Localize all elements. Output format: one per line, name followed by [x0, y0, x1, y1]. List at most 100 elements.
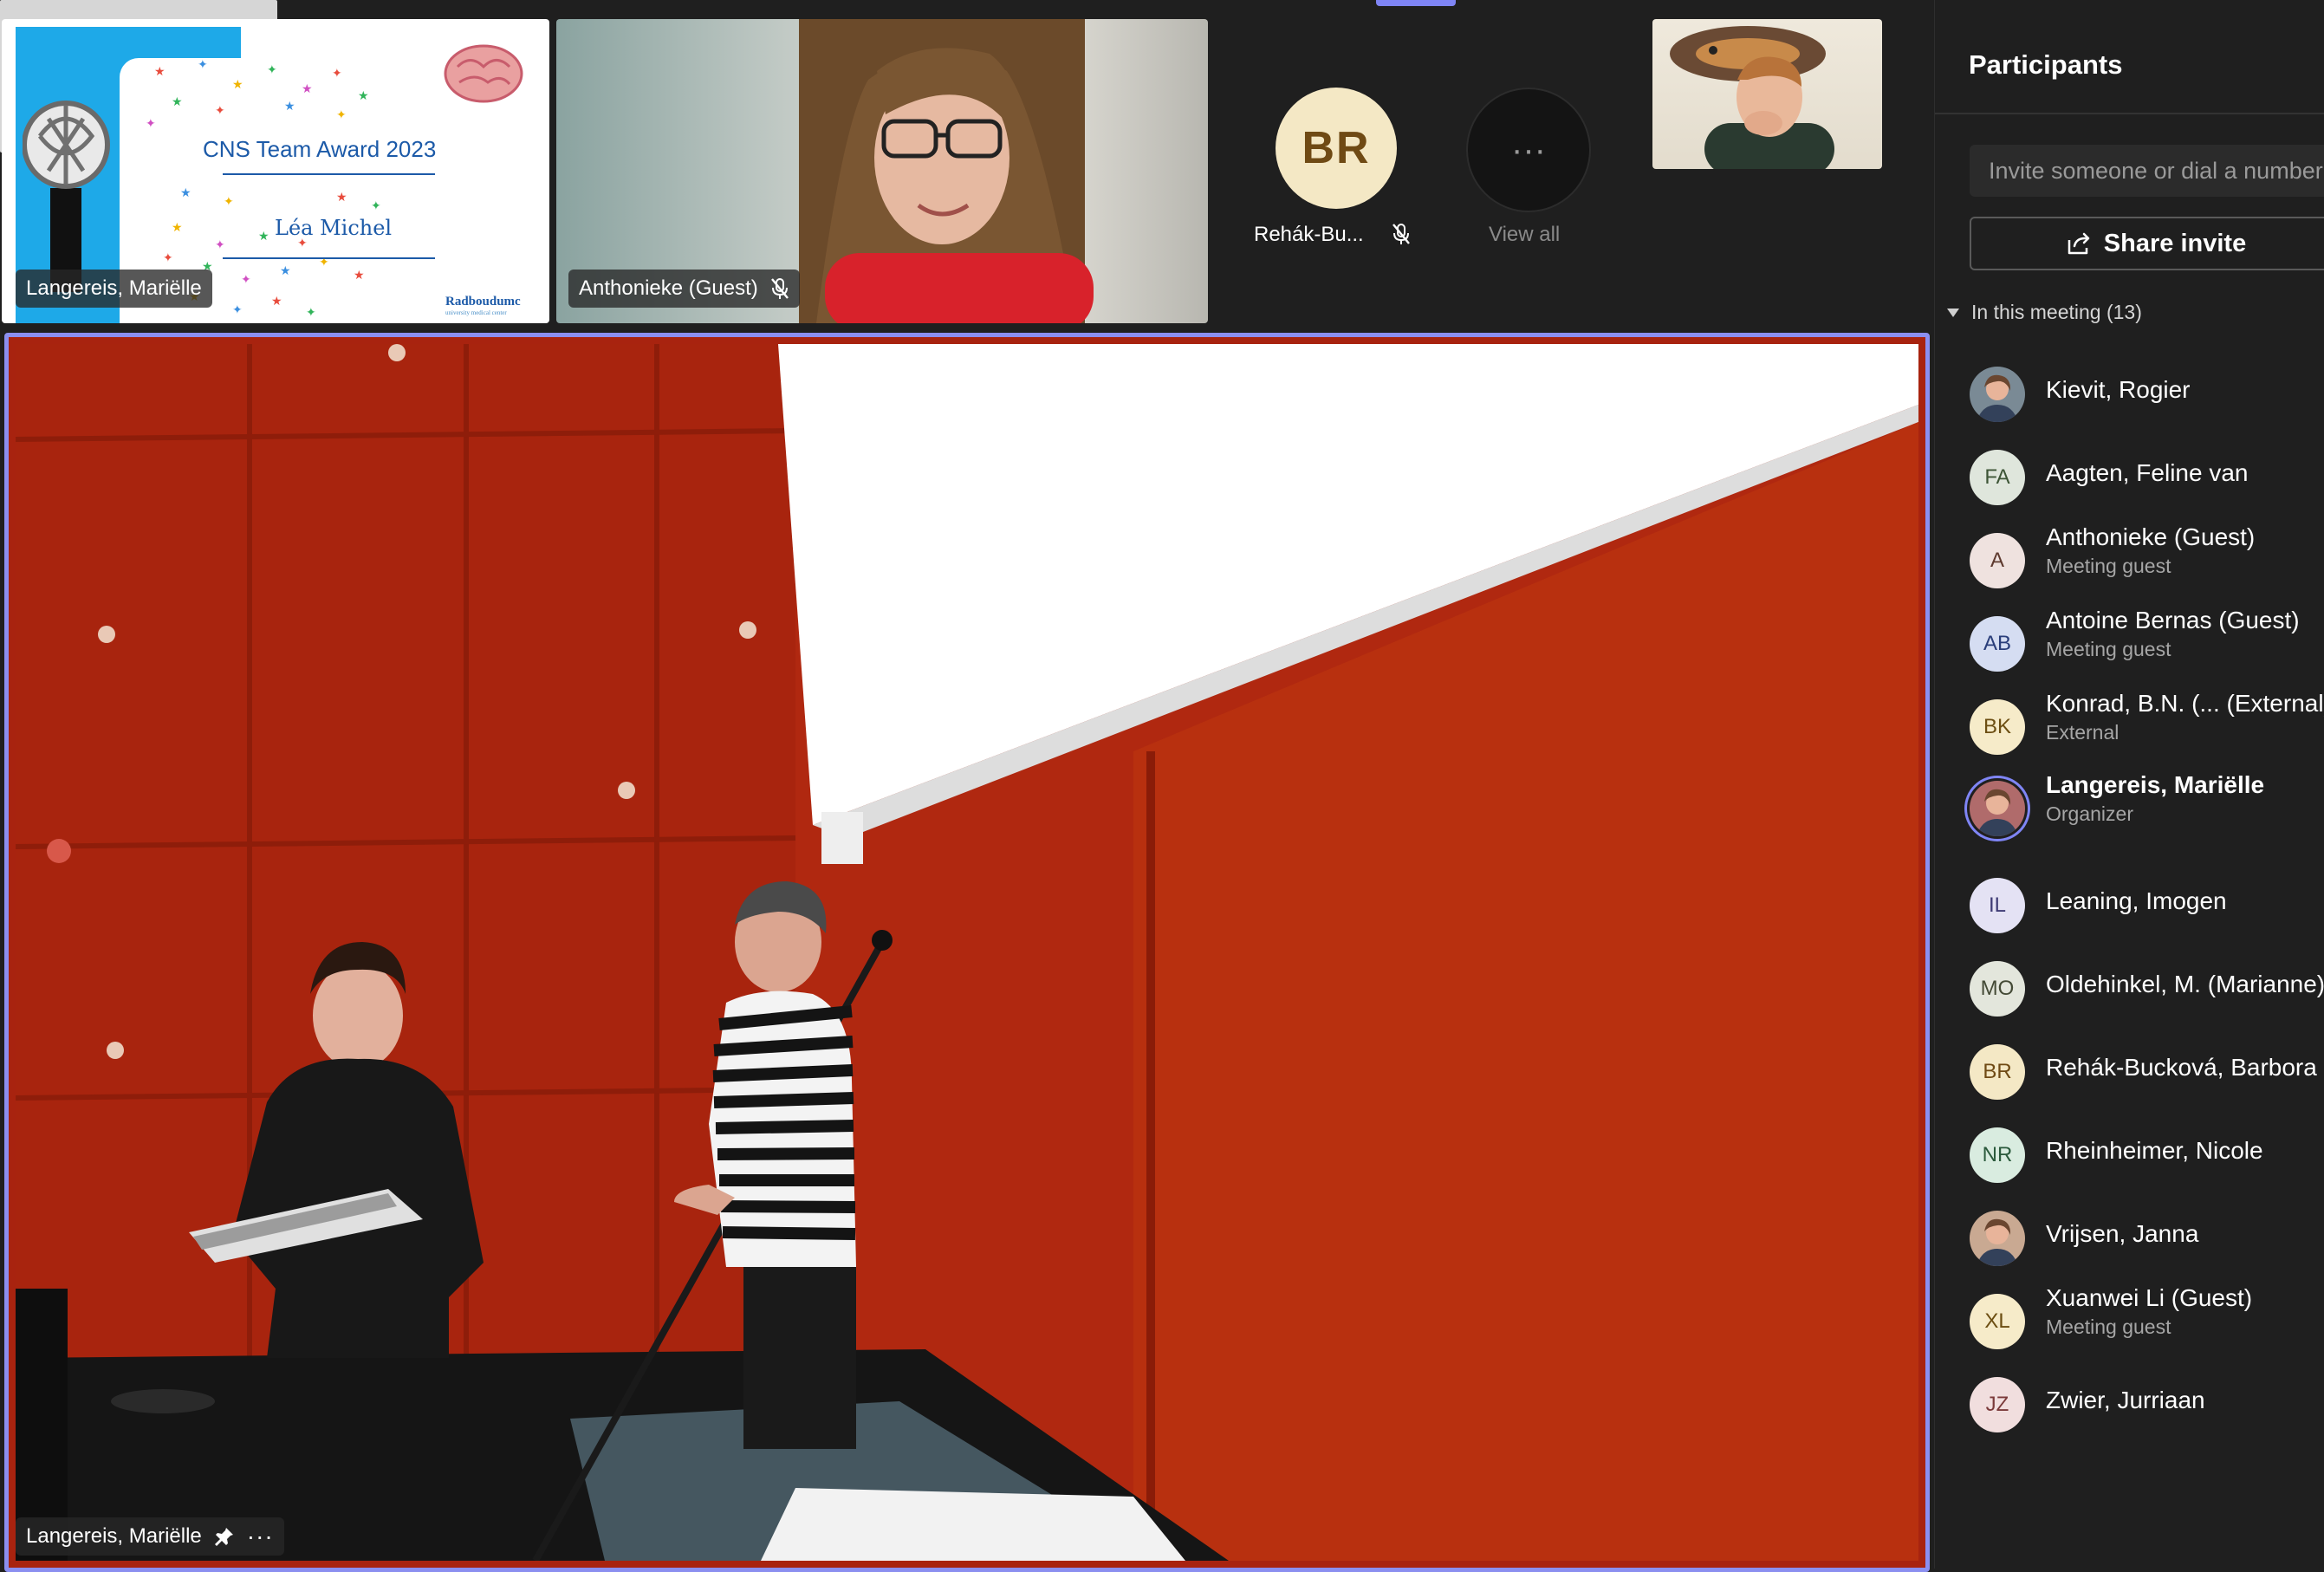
speaker-name: Anthonieke (Guest)	[579, 276, 758, 300]
participant-role: Meeting guest	[2046, 638, 2171, 660]
svg-text:★: ★	[271, 295, 282, 309]
share-icon	[2068, 232, 2090, 255]
svg-text:★: ★	[172, 221, 183, 235]
speaker-name: Langereis, Mariëlle	[26, 276, 202, 300]
svg-text:★: ★	[336, 191, 347, 205]
participant-name: Xuanwei Li (Guest)	[2046, 1284, 2253, 1311]
svg-text:✦: ✦	[146, 117, 156, 131]
svg-text:✦: ✦	[215, 104, 225, 118]
participant-name: Rehák-Bucková, Barbora	[2046, 1054, 2317, 1081]
video-tile-kievit[interactable]	[1652, 19, 1882, 169]
svg-text:✦: ✦	[267, 63, 277, 77]
in-meeting-section-toggle[interactable]: In this meeting (13)	[1947, 301, 2142, 324]
participant-initials-avatar: MO	[1970, 961, 2025, 1017]
share-invite-button[interactable]: Share invite	[1970, 217, 2324, 270]
mic-off-icon	[770, 278, 789, 299]
award-sculpture-image	[23, 101, 110, 292]
participant-photo-avatar	[1970, 781, 2025, 836]
video-tile-anthonieke[interactable]: Anthonieke (Guest)	[556, 19, 1208, 323]
participant-initials-avatar: A	[1970, 533, 2025, 588]
participant-row[interactable]: AB Antoine Bernas (Guest) Meeting guest	[1970, 607, 2324, 674]
participant-name: Zwier, Jurriaan	[2046, 1387, 2205, 1413]
participant-initials-avatar: XL	[1970, 1294, 2025, 1349]
participant-row[interactable]: A Anthonieke (Guest) Meeting guest	[1970, 523, 2324, 591]
participant-row[interactable]: JZ Zwier, Jurriaan	[1970, 1374, 2324, 1435]
participant-initials-avatar: FA	[1970, 450, 2025, 505]
participant-row[interactable]: Langereis, Mariëlle Organizer	[1970, 771, 2324, 839]
share-invite-label: Share invite	[2103, 229, 2247, 257]
speaker-name: Langereis, Mariëlle	[26, 1524, 202, 1548]
participant-initials-avatar: AB	[1970, 616, 2025, 672]
mic-off-icon	[1392, 224, 1410, 244]
participants-panel: Participants Share invite In this meetin…	[1934, 0, 2324, 1569]
svg-text:✦: ✦	[224, 195, 234, 209]
svg-text:★: ★	[302, 82, 313, 96]
more-dots-icon: ···	[1511, 130, 1546, 169]
participant-name-br: Rehák-Bu...	[1254, 223, 1364, 246]
participant-avatar-br[interactable]: BR	[1276, 88, 1397, 209]
in-meeting-label: In this meeting (13)	[1971, 301, 2142, 323]
participant-video-feed	[1670, 26, 1834, 169]
svg-text:✦: ✦	[241, 273, 251, 287]
participant-initials-avatar: JZ	[1970, 1377, 2025, 1432]
svg-text:✦: ✦	[232, 303, 243, 317]
participant-row[interactable]: XL Xuanwei Li (Guest) Meeting guest	[1970, 1284, 2324, 1352]
svg-text:✦: ✦	[215, 238, 225, 252]
participant-name: Kievit, Rogier	[2046, 376, 2191, 403]
stage-video-frame	[16, 344, 1918, 1561]
participant-name: Vrijsen, Janna	[2046, 1220, 2199, 1247]
pin-icon[interactable]	[214, 1526, 235, 1547]
participant-initials-avatar: BK	[1970, 699, 2025, 755]
participant-row[interactable]: BR Rehák-Bucková, Barbora	[1970, 1042, 2324, 1102]
slide-divider-bottom	[223, 257, 435, 259]
panel-title: Participants	[1969, 49, 2123, 80]
participant-row[interactable]: MO Oldehinkel, M. (Marianne)	[1970, 958, 2324, 1019]
slide-title: CNS Team Award 2023	[203, 136, 437, 162]
slide-brand-text: Radboudumc	[445, 295, 521, 309]
participant-initials-avatar: NR	[1970, 1127, 2025, 1183]
participant-role: External	[2046, 721, 2120, 744]
active-view-indicator	[1376, 0, 1456, 6]
svg-text:★: ★	[284, 100, 295, 114]
participant-row[interactable]: NR Rheinheimer, Nicole	[1970, 1125, 2324, 1185]
participant-row[interactable]: IL Leaning, Imogen	[1970, 875, 2324, 936]
participant-row[interactable]: FA Aagten, Feline van	[1970, 447, 2324, 508]
svg-text:★: ★	[154, 65, 166, 79]
participant-photo-avatar	[1970, 367, 2025, 422]
svg-text:✦: ✦	[163, 251, 173, 265]
view-all-button[interactable]: ···	[1466, 88, 1591, 212]
participant-row[interactable]: Vrijsen, Janna	[1970, 1208, 2324, 1269]
speaker-name-tag: Langereis, Mariëlle	[16, 270, 212, 308]
participant-name: Langereis, Mariëlle	[2046, 771, 2265, 798]
participant-name: Leaning, Imogen	[2046, 887, 2227, 914]
chevron-down-icon	[1947, 308, 1959, 317]
participant-name: Oldehinkel, M. (Marianne)	[2046, 971, 2324, 997]
participant-row[interactable]: BK Konrad, B.N. (... (External) External	[1970, 690, 2324, 757]
svg-text:✦: ✦	[336, 108, 347, 122]
participant-initials-avatar: IL	[1970, 878, 2025, 933]
slide-brand-logo: Radboudumc university medical center	[445, 295, 521, 316]
video-tile-slide[interactable]: ★✦ ★✦ ★✦ ★✦ ★✦ ✦★ ★✦ ★✦ ✦★ ✦★ ✦★ ★✦ ★✦ ✦…	[2, 19, 549, 323]
svg-text:★: ★	[172, 95, 183, 109]
participant-name: Anthonieke (Guest)	[2046, 523, 2256, 550]
svg-text:✦: ✦	[371, 199, 381, 213]
svg-text:★: ★	[258, 230, 269, 244]
svg-text:★: ★	[280, 264, 291, 278]
speaker-name-tag: Anthonieke (Guest)	[568, 270, 800, 308]
speaker-name-tag: Langereis, Mariëlle ···	[16, 1517, 284, 1556]
svg-text:★: ★	[232, 78, 243, 92]
invite-input[interactable]	[1970, 145, 2324, 197]
svg-text:✦: ✦	[198, 58, 208, 72]
svg-text:★: ★	[358, 89, 369, 103]
participant-photo-avatar	[1970, 1211, 2025, 1266]
participant-row[interactable]: Kievit, Rogier	[1970, 364, 2324, 425]
participant-name: Aagten, Feline van	[2046, 459, 2249, 486]
more-options-icon[interactable]: ···	[247, 1524, 274, 1549]
participant-role: Meeting guest	[2046, 1315, 2171, 1338]
participant-name: Rheinheimer, Nicole	[2046, 1137, 2263, 1164]
svg-text:★: ★	[354, 269, 365, 283]
view-all-label[interactable]: View all	[1489, 223, 1560, 247]
participant-name: Antoine Bernas (Guest)	[2046, 607, 2300, 633]
panel-divider	[1935, 113, 2324, 114]
main-stage-video[interactable]: Langereis, Mariëlle ···	[4, 333, 1930, 1572]
